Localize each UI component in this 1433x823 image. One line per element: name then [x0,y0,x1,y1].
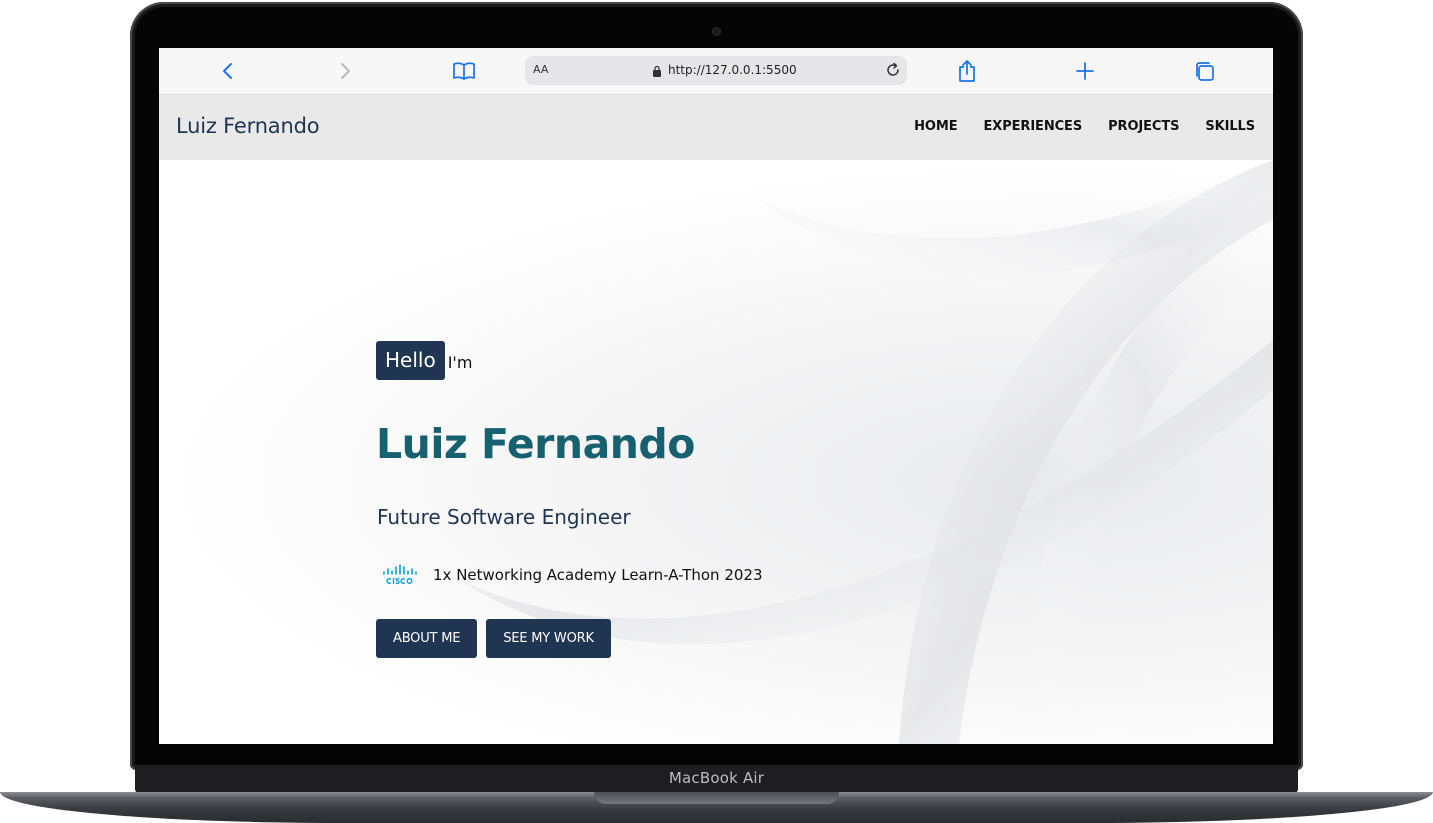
brand-logo[interactable]: Luiz Fernando [176,114,320,138]
share-icon [959,60,975,82]
about-me-button[interactable]: ABOUT ME [376,619,478,658]
see-my-work-button[interactable]: SEE MY WORK [486,619,611,658]
nav-home[interactable]: HOME [914,119,957,134]
back-button[interactable] [214,57,242,85]
address-bar[interactable]: AA http://127.0.0.1:5500 [525,56,907,85]
nav-menu: HOME EXPERIENCES PROJECTS SKILLS [914,119,1255,134]
laptop-hinge-notch [594,792,839,804]
url-text[interactable]: http://127.0.0.1:5500 [668,63,797,77]
cisco-logo [383,564,417,585]
plus-icon [1076,62,1094,80]
award: 1x Networking Academy Learn-A-Thon 2023 [381,564,763,586]
hero-background-art [459,160,1273,744]
nav-skills[interactable]: SKILLS [1205,119,1255,134]
lock-icon [653,65,661,77]
bookmarks-button[interactable] [450,57,478,85]
greeting: Hello I'm [376,341,472,380]
hero-section: Hello I'm Luiz Fernando Future Software … [159,160,1273,744]
chevron-right-icon [341,63,350,79]
browser-toolbar: AA http://127.0.0.1:5500 [159,48,1273,95]
tabs-button[interactable] [1190,57,1218,85]
hello-badge: Hello [376,341,445,380]
nav-experiences[interactable]: EXPERIENCES [984,119,1083,134]
new-tab-button[interactable] [1071,57,1099,85]
text-size-button[interactable]: AA [533,63,548,76]
hero-role: Future Software Engineer [377,505,631,529]
browser-screen: AA http://127.0.0.1:5500 Luiz Fernando H… [159,48,1273,744]
tabs-icon [1196,62,1214,81]
chevron-left-icon [223,63,232,79]
hero-name: Luiz Fernando [376,420,695,468]
reload-icon[interactable] [883,60,903,80]
book-icon [453,62,475,80]
forward-button[interactable] [331,57,359,85]
device-label: MacBook Air [668,769,765,787]
greeting-suffix: I'm [447,353,473,372]
award-text: 1x Networking Academy Learn-A-Thon 2023 [433,566,763,584]
nav-projects[interactable]: PROJECTS [1108,119,1179,134]
hero-actions: ABOUT ME SEE MY WORK [376,619,611,658]
site-header: Luiz Fernando HOME EXPERIENCES PROJECTS … [159,95,1273,160]
share-button[interactable] [953,57,981,85]
webcam-icon [713,28,720,35]
